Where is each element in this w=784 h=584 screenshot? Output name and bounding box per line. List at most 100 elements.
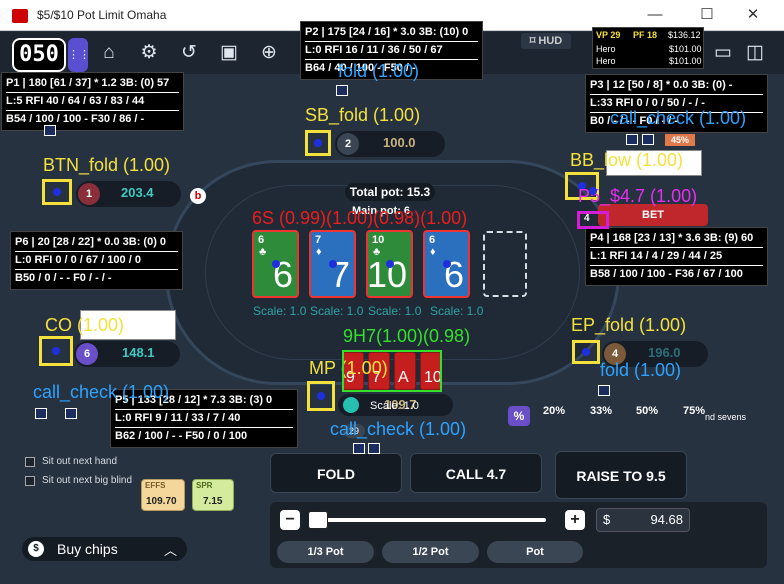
- hud-row: B50 / 0 / - - F0 / - / -: [15, 272, 112, 284]
- card-rank: 10: [372, 234, 385, 246]
- call-button[interactable]: CALL 4.7: [410, 453, 542, 493]
- overlay-dot: [314, 139, 322, 147]
- sit-out-next-bb-checkbox[interactable]: [25, 476, 35, 486]
- sizing-preset[interactable]: 75%: [683, 405, 705, 417]
- hud-panel-p6[interactable]: P6 | 20 [28 / 22] * 0.0 3B: (0) 0 L:0 RF…: [10, 231, 183, 290]
- overlay-dot: [582, 348, 590, 356]
- chevron-up-icon: ︿: [164, 543, 178, 558]
- bet-slider-handle[interactable]: [308, 511, 328, 529]
- bet-slider-track[interactable]: [313, 518, 546, 522]
- layout-icon[interactable]: ◫: [740, 38, 770, 68]
- sit-out-next-bb-label: Sit out next big blind: [42, 475, 133, 486]
- overlay-icon-square: [368, 443, 380, 454]
- history-icon[interactable]: ↺: [174, 38, 204, 68]
- spr-value: 7.15: [203, 496, 223, 507]
- effs-widget: EFFS 109.70: [141, 479, 185, 511]
- spr-widget: SPR 7.15: [192, 479, 234, 511]
- overlay-icon-square: [642, 134, 654, 145]
- window-title: $5/$10 Pot Limit Omaha: [37, 8, 167, 22]
- seat-stack: 100.0: [383, 135, 416, 150]
- seat-btn[interactable]: 1 203.4: [76, 181, 181, 207]
- bb-bet-banner: BET: [598, 204, 708, 226]
- empty-river-slot: [483, 231, 527, 297]
- overlay-label-bb: BB_low (1.00): [570, 150, 684, 170]
- hud-panel-p1[interactable]: P1 | 180 [61 / 37] * 1.2 3B: (0) 57 L:5 …: [1, 72, 184, 131]
- percent-mode-button[interactable]: %: [508, 406, 530, 426]
- add-table-icon[interactable]: ⊕: [254, 38, 284, 68]
- sit-out-next-hand-checkbox[interactable]: [25, 457, 35, 467]
- overlay-dot: [443, 260, 451, 268]
- hud-panel-p4[interactable]: P4 | 168 [23 / 13] * 3.6 3B: (9) 60 L:1 …: [585, 227, 768, 286]
- seat-sb[interactable]: 2 100.0: [335, 131, 445, 157]
- card-rank: 6: [258, 234, 265, 246]
- hud-row: L:1 RFI 14 / 4 / 29 / 44 / 25: [590, 248, 763, 266]
- session-row-value: $101.00: [669, 56, 702, 66]
- cards-icon[interactable]: ▣: [214, 38, 244, 68]
- seat-position-badge: 2: [337, 133, 359, 155]
- decrease-bet-button[interactable]: −: [280, 510, 300, 530]
- session-row-value: $101.00: [669, 44, 702, 54]
- poker-client-window: $5/$10 Pot Limit Omaha — ☐ ✕ ⌂ ⚙ ↺ ▣ ⊕ ▭…: [0, 0, 784, 584]
- bet-amount-input[interactable]: $ 94.68: [596, 508, 690, 532]
- hud-row: P3 | 12 [50 / 8] * 0.0 3B: (0) -: [590, 77, 763, 95]
- maximize-button[interactable]: ☐: [692, 5, 722, 25]
- increase-bet-button[interactable]: +: [565, 510, 585, 530]
- table-count-badge[interactable]: 050: [12, 38, 66, 72]
- seat-stack: 203.4: [121, 185, 154, 200]
- overlay-label-call: call_check (1.00): [610, 108, 747, 128]
- close-button[interactable]: ✕: [738, 5, 768, 25]
- chat-icon[interactable]: ▭: [708, 38, 738, 68]
- hud-row: P6 | 20 [28 / 22] * 0.0 3B: (0) 0: [15, 234, 178, 252]
- overlay-label-call: call_check (1.00): [330, 419, 467, 439]
- raise-button[interactable]: RAISE TO 9.5: [555, 451, 687, 499]
- session-row-name: Hero: [596, 56, 616, 66]
- hud-row: B54 / 100 / 100 - F30 / 86 / -: [6, 113, 145, 125]
- overlay-dot: [386, 260, 394, 268]
- overlay-icon-square: [65, 408, 77, 419]
- effs-label: EFFS: [145, 481, 166, 490]
- pot-button[interactable]: Pot: [487, 541, 583, 563]
- seat-co[interactable]: 6 148.1: [74, 341, 180, 367]
- overlay-icon-square: [626, 134, 638, 145]
- minimize-button[interactable]: —: [640, 5, 670, 25]
- gear-icon[interactable]: ⚙: [134, 38, 164, 68]
- overlay-label-hole-cards: 9H7(1.00)(0.98): [343, 326, 471, 346]
- overlay-label-fold: fold (1.00): [338, 61, 420, 81]
- overlay-dot: [272, 260, 280, 268]
- chip-icon: $: [28, 541, 44, 557]
- dealer-button: b: [190, 188, 206, 204]
- half-pot-button[interactable]: 1/2 Pot: [382, 541, 479, 563]
- currency-symbol: $: [603, 512, 611, 527]
- overlay-label-ep: EP_fold (1.00): [571, 315, 687, 335]
- sizing-preset[interactable]: 33%: [590, 405, 612, 417]
- hud-toggle-button[interactable]: ⌑ HUD: [521, 33, 571, 49]
- seat-position-badge: 1: [78, 183, 100, 205]
- seat-position-badge: 6: [76, 343, 98, 365]
- buy-chips-button[interactable]: $ Buy chips ︿: [22, 537, 187, 561]
- home-icon[interactable]: ⌂: [94, 38, 124, 68]
- sizing-preset[interactable]: 50%: [636, 405, 658, 417]
- hand-name-hint: nd sevens: [705, 412, 747, 422]
- overlay-label-btn: BTN_fold (1.00): [43, 155, 171, 175]
- overlay-label-fold: fold (1.00): [600, 360, 682, 380]
- bb-percent-badge: 45%: [665, 134, 695, 146]
- fold-button[interactable]: FOLD: [270, 453, 402, 493]
- bet-amount-value: 94.68: [650, 512, 683, 527]
- hud-row: L:5 RFI 40 / 64 / 63 / 83 / 44: [6, 93, 179, 111]
- hud-row: L:0 RFI 9 / 11 / 33 / 7 / 40: [115, 410, 293, 428]
- seat-stack: 196.0: [648, 345, 681, 360]
- overlay-icon-square: [336, 85, 348, 96]
- overlay-box-hole-cards: [342, 350, 442, 392]
- buy-chips-label: Buy chips: [57, 541, 118, 557]
- tile-grid-button[interactable]: ⋮⋮: [68, 38, 90, 72]
- overlay-label-sb: SB_fold (1.00): [305, 105, 421, 125]
- overlay-scale-label: Scale: 1.0: [370, 400, 419, 412]
- sizing-preset[interactable]: 20%: [543, 405, 565, 417]
- spr-label: SPR: [196, 481, 213, 490]
- hero-avatar: [343, 397, 359, 413]
- third-pot-button[interactable]: 1/3 Pot: [277, 541, 374, 563]
- effs-value: 109.70: [146, 496, 177, 507]
- session-stats-panel: VP 29 PF 18 $136.12 Hero $101.00 Hero $1…: [592, 27, 704, 69]
- hud-row: P2 | 175 [24 / 16] * 3.0 3B: (10) 0: [305, 24, 478, 42]
- overlay-icon-square: [598, 385, 610, 396]
